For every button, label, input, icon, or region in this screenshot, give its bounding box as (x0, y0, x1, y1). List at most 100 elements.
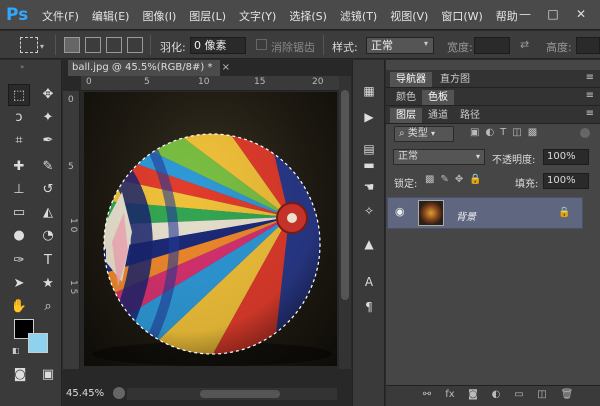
new-selection-icon[interactable] (64, 37, 80, 53)
link-layers-icon[interactable]: ⚯ (420, 389, 434, 401)
layer-filter-select[interactable]: ⌕ 类型 ▾ (394, 126, 454, 142)
menu-type[interactable]: 文字(Y) (239, 8, 276, 24)
vertical-scroll-thumb[interactable] (341, 90, 349, 300)
status-menu-icon[interactable] (113, 387, 125, 399)
delete-layer-icon[interactable]: 🗑 (560, 389, 574, 401)
layer-filter-icons[interactable]: ▣◐T◫▩ (470, 127, 543, 138)
maximize-button[interactable]: □ (540, 4, 566, 24)
quick-mask-icon[interactable]: ◙ (9, 364, 31, 386)
tab-paths[interactable]: 路径 (454, 108, 486, 123)
menu-view[interactable]: 视图(V) (390, 8, 428, 24)
visibility-eye-icon[interactable]: ◉ (395, 205, 405, 218)
menu-image[interactable]: 图像(I) (142, 8, 176, 24)
path-selection-tool-icon[interactable]: ➤ (8, 273, 30, 295)
brush-tool-icon[interactable]: ✎ (37, 156, 59, 178)
adjustments-icon[interactable]: ☚ (358, 177, 380, 197)
shape-tool-icon[interactable]: ★ (37, 273, 59, 295)
tab-color[interactable]: 颜色 (390, 90, 422, 105)
tab-swatches[interactable]: 色板 (422, 90, 454, 105)
dodge-tool-icon[interactable]: ◔ (37, 225, 59, 247)
tool-presets-icon[interactable]: ▲ (358, 234, 380, 254)
width-label: 宽度: (447, 41, 473, 54)
eyedropper-tool-icon[interactable]: ✒ (37, 130, 59, 152)
blur-tool-icon[interactable]: ● (8, 225, 30, 247)
brush-presets-icon[interactable]: ✧ (358, 201, 380, 221)
divider (323, 35, 324, 55)
zoom-level[interactable]: 45.45% (66, 388, 104, 399)
collapse-icon[interactable]: » (20, 63, 24, 71)
fill-input[interactable]: 100% (543, 173, 589, 189)
adjustment-layer-icon[interactable]: ◐ (489, 389, 503, 401)
lasso-tool-icon[interactable]: ↄ (8, 107, 30, 129)
blend-mode-select[interactable]: 正常 ▾ (393, 149, 485, 165)
menu-window[interactable]: 窗口(W) (441, 8, 482, 24)
layer-style-icon[interactable]: fx (443, 389, 457, 401)
filter-toggle-icon[interactable] (580, 128, 590, 138)
history-brush-tool-icon[interactable]: ↺ (37, 179, 59, 201)
menu-select[interactable]: 选择(S) (289, 8, 327, 24)
lock-icons[interactable]: ▩✎✥🔒 (425, 174, 488, 185)
tab-navigator[interactable]: 导航器 (390, 72, 432, 87)
background-color-swatch[interactable] (28, 333, 48, 353)
antialias-checkbox[interactable] (256, 39, 267, 50)
opacity-input[interactable]: 100% (543, 149, 589, 165)
menu-edit[interactable]: 编辑(E) (92, 8, 130, 24)
menu-file[interactable]: 文件(F) (42, 8, 79, 24)
new-layer-icon[interactable]: ◫ (535, 389, 549, 401)
default-colors-icon[interactable]: ◧ (12, 346, 20, 355)
panel-menu-icon[interactable]: ≡ (586, 108, 594, 119)
rect-marquee-tool-icon[interactable]: ⬚ (8, 84, 30, 106)
horizontal-scroll-thumb[interactable] (200, 390, 280, 398)
menu-layer[interactable]: 图层(L) (189, 8, 226, 24)
layer-filter-value: 类型 (407, 128, 428, 139)
healing-brush-tool-icon[interactable]: ✚ (8, 156, 30, 178)
feather-input[interactable]: 0 像素 (190, 37, 246, 54)
marquee-tool-icon[interactable] (20, 37, 38, 53)
crop-tool-icon[interactable]: ⌗ (8, 130, 30, 152)
intersect-selection-icon[interactable] (127, 37, 143, 53)
fill-label: 填充: (515, 179, 539, 190)
eraser-tool-icon[interactable]: ▭ (8, 202, 30, 224)
history-icon[interactable]: ▦ (358, 81, 380, 101)
magic-wand-tool-icon[interactable]: ✦ (37, 107, 59, 129)
info-icon[interactable]: ▬ (358, 155, 380, 175)
blend-mode-value: 正常 (398, 151, 418, 162)
panel-menu-icon[interactable]: ≡ (586, 90, 594, 101)
ruler-tick: 5 (144, 77, 150, 87)
subtract-selection-icon[interactable] (106, 37, 122, 53)
layer-name[interactable]: 背景 (456, 208, 476, 223)
add-selection-icon[interactable] (85, 37, 101, 53)
swap-icon[interactable]: ⇄ (520, 38, 529, 51)
ruler-tick: 5 (68, 162, 74, 172)
clone-stamp-tool-icon[interactable]: ⊥ (8, 179, 30, 201)
new-group-icon[interactable]: ▭ (512, 389, 526, 401)
tab-layers[interactable]: 图层 (390, 108, 422, 123)
type-tool-icon[interactable]: T (37, 250, 59, 272)
minimize-button[interactable]: — (512, 4, 538, 24)
pen-tool-icon[interactable]: ✑ (8, 250, 30, 272)
layer-row[interactable] (387, 197, 583, 229)
chevron-down-icon: ▾ (430, 129, 435, 138)
layer-mask-icon[interactable]: ◙ (466, 389, 480, 401)
paint-bucket-tool-icon[interactable]: ◭ (37, 202, 59, 224)
paragraph-icon[interactable]: ¶ (358, 297, 380, 317)
close-button[interactable]: ✕ (568, 4, 594, 24)
chevron-down-icon[interactable]: ▾ (40, 42, 44, 51)
tab-channels[interactable]: 通道 (422, 108, 454, 123)
close-tab-icon[interactable]: × (222, 62, 230, 73)
height-input[interactable] (576, 37, 600, 54)
document-canvas[interactable] (84, 92, 337, 366)
move-tool-icon[interactable]: ✥ (37, 84, 59, 106)
search-icon: ⌕ (399, 128, 405, 139)
panel-menu-icon[interactable]: ≡ (586, 72, 594, 83)
actions-icon[interactable]: ▶ (358, 107, 380, 127)
document-tab[interactable]: ball.jpg @ 45.5%(RGB/8#) * × (68, 60, 230, 76)
zoom-tool-icon[interactable]: ⌕ (37, 296, 59, 318)
hand-tool-icon[interactable]: ✋ (8, 296, 30, 318)
lock-label: 锁定: (394, 179, 418, 190)
screen-mode-icon[interactable]: ▣ (37, 364, 59, 386)
width-input[interactable] (474, 37, 510, 54)
character-icon[interactable]: A (358, 272, 380, 292)
menu-filter[interactable]: 滤镜(T) (340, 8, 377, 24)
tab-histogram[interactable]: 直方图 (434, 72, 476, 87)
